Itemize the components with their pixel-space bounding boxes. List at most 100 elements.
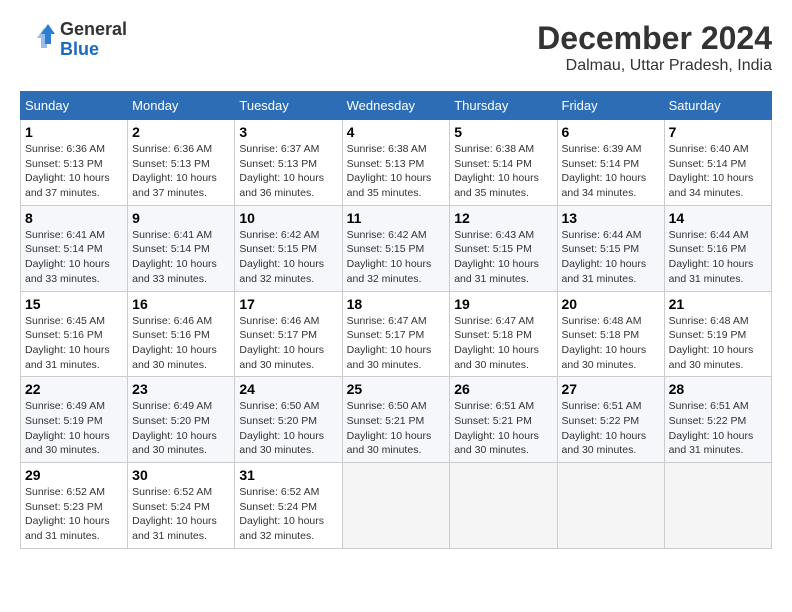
day-info: Sunrise: 6:44 AM Sunset: 5:15 PM Dayligh… xyxy=(562,228,660,287)
day-info: Sunrise: 6:41 AM Sunset: 5:14 PM Dayligh… xyxy=(132,228,230,287)
day-number: 11 xyxy=(347,210,446,226)
logo-svg xyxy=(20,22,56,58)
day-info: Sunrise: 6:36 AM Sunset: 5:13 PM Dayligh… xyxy=(25,142,123,201)
day-number: 2 xyxy=(132,124,230,140)
day-number: 7 xyxy=(669,124,767,140)
day-number: 28 xyxy=(669,381,767,397)
day-number: 26 xyxy=(454,381,552,397)
day-number: 17 xyxy=(239,296,337,312)
day-number: 27 xyxy=(562,381,660,397)
day-info: Sunrise: 6:47 AM Sunset: 5:18 PM Dayligh… xyxy=(454,314,552,373)
calendar-cell: 25 Sunrise: 6:50 AM Sunset: 5:21 PM Dayl… xyxy=(342,377,450,463)
day-number: 24 xyxy=(239,381,337,397)
calendar-cell: 1 Sunrise: 6:36 AM Sunset: 5:13 PM Dayli… xyxy=(21,120,128,206)
calendar-cell: 8 Sunrise: 6:41 AM Sunset: 5:14 PM Dayli… xyxy=(21,205,128,291)
calendar-cell: 31 Sunrise: 6:52 AM Sunset: 5:24 PM Dayl… xyxy=(235,463,342,549)
day-info: Sunrise: 6:47 AM Sunset: 5:17 PM Dayligh… xyxy=(347,314,446,373)
calendar-cell: 14 Sunrise: 6:44 AM Sunset: 5:16 PM Dayl… xyxy=(664,205,771,291)
week-row-5: 29 Sunrise: 6:52 AM Sunset: 5:23 PM Dayl… xyxy=(21,463,772,549)
day-header-saturday: Saturday xyxy=(664,92,771,120)
day-info: Sunrise: 6:45 AM Sunset: 5:16 PM Dayligh… xyxy=(25,314,123,373)
day-number: 5 xyxy=(454,124,552,140)
calendar-cell: 9 Sunrise: 6:41 AM Sunset: 5:14 PM Dayli… xyxy=(128,205,235,291)
day-number: 9 xyxy=(132,210,230,226)
calendar-cell: 3 Sunrise: 6:37 AM Sunset: 5:13 PM Dayli… xyxy=(235,120,342,206)
calendar-title: December 2024 xyxy=(537,20,772,57)
day-info: Sunrise: 6:38 AM Sunset: 5:14 PM Dayligh… xyxy=(454,142,552,201)
calendar-cell: 21 Sunrise: 6:48 AM Sunset: 5:19 PM Dayl… xyxy=(664,291,771,377)
calendar-cell: 11 Sunrise: 6:42 AM Sunset: 5:15 PM Dayl… xyxy=(342,205,450,291)
calendar-cell xyxy=(450,463,557,549)
day-header-sunday: Sunday xyxy=(21,92,128,120)
day-info: Sunrise: 6:42 AM Sunset: 5:15 PM Dayligh… xyxy=(239,228,337,287)
week-row-2: 8 Sunrise: 6:41 AM Sunset: 5:14 PM Dayli… xyxy=(21,205,772,291)
day-info: Sunrise: 6:52 AM Sunset: 5:23 PM Dayligh… xyxy=(25,485,123,544)
calendar-cell: 18 Sunrise: 6:47 AM Sunset: 5:17 PM Dayl… xyxy=(342,291,450,377)
calendar-cell: 22 Sunrise: 6:49 AM Sunset: 5:19 PM Dayl… xyxy=(21,377,128,463)
calendar-cell: 19 Sunrise: 6:47 AM Sunset: 5:18 PM Dayl… xyxy=(450,291,557,377)
day-number: 4 xyxy=(347,124,446,140)
calendar-cell: 26 Sunrise: 6:51 AM Sunset: 5:21 PM Dayl… xyxy=(450,377,557,463)
calendar-cell: 4 Sunrise: 6:38 AM Sunset: 5:13 PM Dayli… xyxy=(342,120,450,206)
calendar-cell: 12 Sunrise: 6:43 AM Sunset: 5:15 PM Dayl… xyxy=(450,205,557,291)
day-info: Sunrise: 6:50 AM Sunset: 5:21 PM Dayligh… xyxy=(347,399,446,458)
day-info: Sunrise: 6:52 AM Sunset: 5:24 PM Dayligh… xyxy=(239,485,337,544)
day-number: 3 xyxy=(239,124,337,140)
day-header-tuesday: Tuesday xyxy=(235,92,342,120)
day-number: 12 xyxy=(454,210,552,226)
day-number: 31 xyxy=(239,467,337,483)
calendar-cell: 7 Sunrise: 6:40 AM Sunset: 5:14 PM Dayli… xyxy=(664,120,771,206)
day-number: 21 xyxy=(669,296,767,312)
day-info: Sunrise: 6:51 AM Sunset: 5:22 PM Dayligh… xyxy=(669,399,767,458)
day-info: Sunrise: 6:46 AM Sunset: 5:16 PM Dayligh… xyxy=(132,314,230,373)
calendar-cell: 6 Sunrise: 6:39 AM Sunset: 5:14 PM Dayli… xyxy=(557,120,664,206)
day-info: Sunrise: 6:43 AM Sunset: 5:15 PM Dayligh… xyxy=(454,228,552,287)
calendar-cell: 15 Sunrise: 6:45 AM Sunset: 5:16 PM Dayl… xyxy=(21,291,128,377)
day-number: 1 xyxy=(25,124,123,140)
day-info: Sunrise: 6:48 AM Sunset: 5:19 PM Dayligh… xyxy=(669,314,767,373)
day-info: Sunrise: 6:49 AM Sunset: 5:19 PM Dayligh… xyxy=(25,399,123,458)
day-number: 25 xyxy=(347,381,446,397)
day-info: Sunrise: 6:52 AM Sunset: 5:24 PM Dayligh… xyxy=(132,485,230,544)
calendar-cell xyxy=(664,463,771,549)
title-block: December 2024 Dalmau, Uttar Pradesh, Ind… xyxy=(537,20,772,75)
day-info: Sunrise: 6:42 AM Sunset: 5:15 PM Dayligh… xyxy=(347,228,446,287)
calendar-cell: 23 Sunrise: 6:49 AM Sunset: 5:20 PM Dayl… xyxy=(128,377,235,463)
calendar-cell: 2 Sunrise: 6:36 AM Sunset: 5:13 PM Dayli… xyxy=(128,120,235,206)
calendar-cell: 16 Sunrise: 6:46 AM Sunset: 5:16 PM Dayl… xyxy=(128,291,235,377)
day-number: 6 xyxy=(562,124,660,140)
day-info: Sunrise: 6:41 AM Sunset: 5:14 PM Dayligh… xyxy=(25,228,123,287)
week-row-3: 15 Sunrise: 6:45 AM Sunset: 5:16 PM Dayl… xyxy=(21,291,772,377)
day-number: 19 xyxy=(454,296,552,312)
calendar-cell: 17 Sunrise: 6:46 AM Sunset: 5:17 PM Dayl… xyxy=(235,291,342,377)
day-number: 8 xyxy=(25,210,123,226)
page-header: General Blue December 2024 Dalmau, Uttar… xyxy=(20,20,772,75)
day-info: Sunrise: 6:40 AM Sunset: 5:14 PM Dayligh… xyxy=(669,142,767,201)
calendar-header-row: SundayMondayTuesdayWednesdayThursdayFrid… xyxy=(21,92,772,120)
calendar-table: SundayMondayTuesdayWednesdayThursdayFrid… xyxy=(20,91,772,549)
day-header-wednesday: Wednesday xyxy=(342,92,450,120)
day-number: 14 xyxy=(669,210,767,226)
day-info: Sunrise: 6:51 AM Sunset: 5:21 PM Dayligh… xyxy=(454,399,552,458)
day-info: Sunrise: 6:39 AM Sunset: 5:14 PM Dayligh… xyxy=(562,142,660,201)
logo-text: General Blue xyxy=(60,20,127,60)
calendar-cell: 24 Sunrise: 6:50 AM Sunset: 5:20 PM Dayl… xyxy=(235,377,342,463)
day-header-monday: Monday xyxy=(128,92,235,120)
calendar-cell: 20 Sunrise: 6:48 AM Sunset: 5:18 PM Dayl… xyxy=(557,291,664,377)
day-number: 29 xyxy=(25,467,123,483)
calendar-cell: 29 Sunrise: 6:52 AM Sunset: 5:23 PM Dayl… xyxy=(21,463,128,549)
calendar-subtitle: Dalmau, Uttar Pradesh, India xyxy=(537,57,772,75)
day-info: Sunrise: 6:49 AM Sunset: 5:20 PM Dayligh… xyxy=(132,399,230,458)
day-info: Sunrise: 6:46 AM Sunset: 5:17 PM Dayligh… xyxy=(239,314,337,373)
week-row-4: 22 Sunrise: 6:49 AM Sunset: 5:19 PM Dayl… xyxy=(21,377,772,463)
day-number: 18 xyxy=(347,296,446,312)
day-info: Sunrise: 6:37 AM Sunset: 5:13 PM Dayligh… xyxy=(239,142,337,201)
day-header-friday: Friday xyxy=(557,92,664,120)
calendar-cell: 5 Sunrise: 6:38 AM Sunset: 5:14 PM Dayli… xyxy=(450,120,557,206)
day-header-thursday: Thursday xyxy=(450,92,557,120)
day-number: 10 xyxy=(239,210,337,226)
day-info: Sunrise: 6:50 AM Sunset: 5:20 PM Dayligh… xyxy=(239,399,337,458)
logo: General Blue xyxy=(20,20,127,60)
day-info: Sunrise: 6:38 AM Sunset: 5:13 PM Dayligh… xyxy=(347,142,446,201)
day-number: 15 xyxy=(25,296,123,312)
